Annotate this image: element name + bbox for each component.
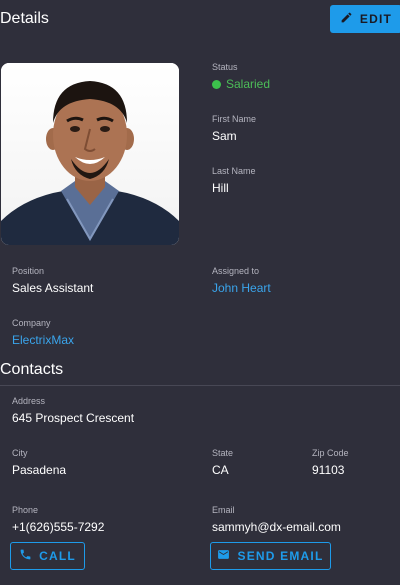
company-link[interactable]: ElectrixMax xyxy=(12,333,74,347)
status-dot xyxy=(212,79,221,89)
send-email-button[interactable]: SEND EMAIL xyxy=(210,542,331,570)
city-value: Pasadena xyxy=(12,463,67,477)
pencil-icon xyxy=(340,11,353,27)
status-label: Status xyxy=(212,62,238,72)
call-label: CALL xyxy=(39,549,76,563)
company-label: Company xyxy=(12,318,51,328)
first-name-value: Sam xyxy=(212,129,237,143)
edit-label: EDIT xyxy=(359,12,393,26)
contacts-title: Contacts xyxy=(0,361,64,378)
envelope-icon xyxy=(217,548,230,564)
email-value: sammyh@dx-email.com xyxy=(212,520,341,534)
position-value: Sales Assistant xyxy=(12,281,94,295)
state-label: State xyxy=(212,448,234,458)
city-label: City xyxy=(12,448,28,458)
person-photo-icon xyxy=(1,63,179,245)
details-title: Details xyxy=(0,10,49,27)
zip-value: 91103 xyxy=(312,463,345,477)
email-label: Email xyxy=(212,505,235,515)
address-value: 645 Prospect Crescent xyxy=(12,411,135,425)
position-label: Position xyxy=(12,266,45,276)
last-name-value: Hill xyxy=(212,181,229,195)
last-name-label: Last Name xyxy=(212,166,256,176)
assigned-link[interactable]: John Heart xyxy=(212,281,271,295)
contacts-divider xyxy=(0,385,400,386)
phone-value: +1(626)555-7292 xyxy=(12,520,105,534)
zip-label: Zip Code xyxy=(312,448,349,458)
first-name-label: First Name xyxy=(212,114,257,124)
phone-label: Phone xyxy=(12,505,39,515)
phone-icon xyxy=(19,548,32,564)
edit-button[interactable]: EDIT xyxy=(330,5,400,33)
call-button[interactable]: CALL xyxy=(10,542,85,570)
send-email-label: SEND EMAIL xyxy=(237,549,324,563)
employee-photo xyxy=(1,63,179,245)
status-badge: Salaried xyxy=(212,77,270,91)
address-label: Address xyxy=(12,396,46,406)
status-value: Salaried xyxy=(226,77,271,91)
assigned-label: Assigned to xyxy=(212,266,260,276)
state-value: CA xyxy=(212,463,229,477)
